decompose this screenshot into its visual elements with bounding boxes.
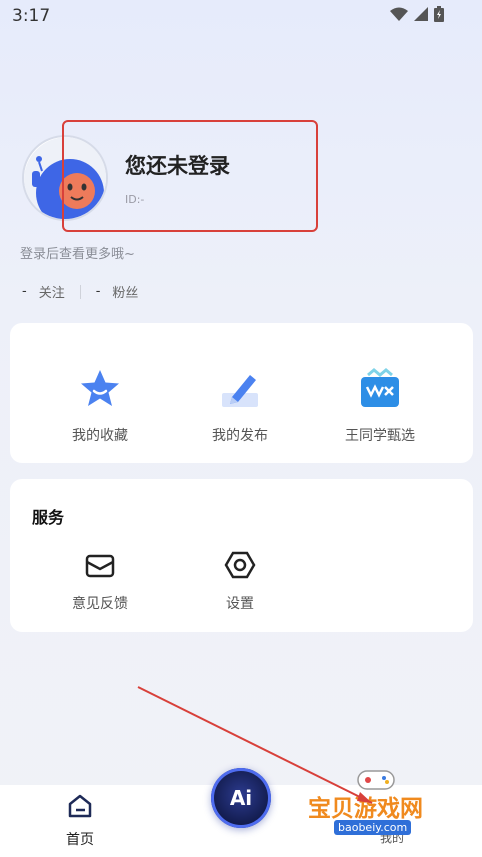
wang-selection-label: 王同学甄选: [345, 428, 415, 444]
services-card: 服务 意见反馈 设置: [10, 479, 473, 632]
home-icon: [68, 794, 92, 818]
nav-home-label: 首页: [66, 832, 94, 848]
my-favorites-button[interactable]: 我的收藏: [30, 367, 170, 445]
settings-label: 设置: [226, 596, 254, 612]
status-time: 3:17: [12, 6, 51, 26]
settings-icon: [224, 551, 256, 579]
nav-home[interactable]: 首页: [50, 793, 110, 849]
fans-count: -: [95, 284, 101, 299]
fans-label[interactable]: 粉丝: [112, 282, 138, 301]
feedback-label: 意见反馈: [72, 596, 128, 612]
quick-actions-card: 我的收藏 我的发布 王同学甄选: [10, 323, 473, 463]
annotation-highlight-box: [62, 120, 318, 232]
settings-button[interactable]: 设置: [190, 549, 290, 613]
my-favorites-label: 我的收藏: [72, 428, 128, 444]
mail-icon: [85, 554, 115, 578]
ai-assistant-button[interactable]: Ai: [211, 768, 271, 828]
pencil-icon: [222, 375, 258, 407]
follow-label[interactable]: 关注: [39, 282, 65, 301]
login-hint: 登录后查看更多哦~: [20, 247, 135, 262]
wang-selection-button[interactable]: 王同学甄选: [310, 367, 450, 445]
battery-icon: [434, 6, 444, 22]
my-posts-button[interactable]: 我的发布: [170, 367, 310, 445]
stats-divider: [79, 284, 81, 299]
follow-stats: - 关注 - 粉丝: [22, 282, 138, 301]
status-bar: 3:17: [0, 0, 482, 34]
signal-icon: [414, 7, 428, 21]
status-icons: [390, 6, 444, 22]
star-icon: [81, 370, 119, 406]
watermark-text: 宝贝游戏网: [308, 796, 423, 822]
shopping-bag-icon: [361, 368, 399, 407]
services-title: 服务: [32, 508, 65, 527]
follow-count: -: [22, 284, 27, 299]
feedback-button[interactable]: 意见反馈: [50, 549, 150, 613]
wifi-icon: [390, 7, 408, 21]
my-posts-label: 我的发布: [212, 428, 268, 444]
watermark: 宝贝游戏网 baobeiy.com: [300, 765, 450, 845]
watermark-url: baobeiy.com: [334, 820, 412, 835]
